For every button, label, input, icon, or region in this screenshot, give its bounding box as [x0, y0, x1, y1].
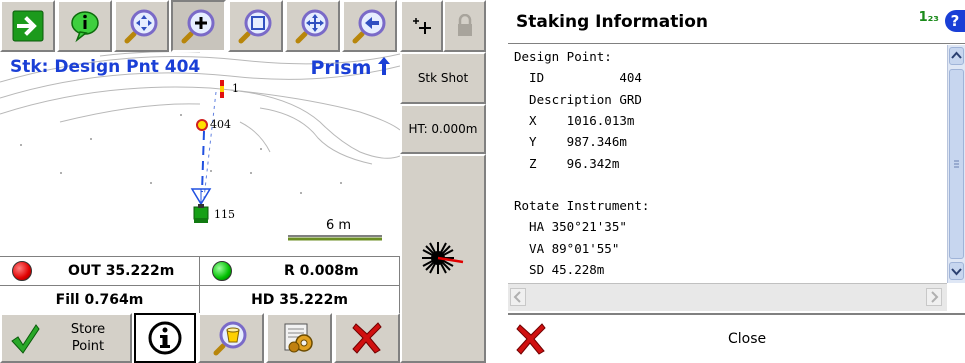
zoom-extents-icon [124, 9, 157, 44]
help-icon[interactable]: ? [945, 10, 965, 32]
design-point-label: 404 [210, 118, 231, 131]
cancel-x-icon [352, 322, 382, 354]
map-layers-button[interactable] [198, 313, 264, 363]
instrument-point-label: 115 [214, 208, 235, 221]
zoom-in-button[interactable] [171, 0, 226, 52]
zoom-previous-button[interactable] [342, 0, 397, 52]
info-line: SD 45.228m [514, 262, 605, 277]
right-status-dot [212, 261, 232, 281]
store-label-line2: Point [71, 339, 105, 354]
measure-button[interactable] [400, 154, 486, 363]
info-balloon-button[interactable] [57, 0, 112, 52]
right-readout: R 0.008m [200, 257, 400, 285]
info-line: Design Point: [514, 49, 612, 64]
info-line: X 1016.013m [514, 112, 635, 128]
go-button[interactable] [0, 0, 55, 52]
grip-icon [954, 160, 959, 168]
scroll-thumb[interactable] [949, 69, 964, 259]
map-layers-icon [213, 321, 247, 356]
dialog-title: Staking Information [516, 12, 708, 32]
info-button[interactable] [134, 313, 196, 363]
lock-icon [457, 14, 472, 36]
scroll-right-button[interactable] [926, 288, 942, 306]
stake-shot-button[interactable]: Stk Shot [400, 52, 486, 104]
height-button[interactable]: HT: 0.000m [400, 104, 486, 154]
info-balloon-icon [70, 11, 99, 43]
zoom-window-button[interactable] [228, 0, 283, 52]
accept-check-icon [11, 324, 40, 354]
go-arrow-icon [12, 10, 43, 42]
staking-screen: Stk: Design Pnt 404 Prism 1 404 115 6 m … [0, 0, 486, 363]
vertical-scrollbar[interactable] [947, 45, 965, 283]
staking-info-dialog: Staking Information 1₂₃ ? Design Point: … [508, 0, 965, 363]
scroll-up-button[interactable] [949, 47, 964, 65]
cancel-button[interactable] [334, 313, 400, 363]
laser-burst-icon [422, 242, 464, 274]
up-arrow-icon [378, 57, 390, 75]
out-readout: OUT 35.222m [0, 257, 200, 285]
settings-button[interactable] [266, 313, 332, 363]
scale-label: 6 m [326, 218, 352, 233]
info-circle-icon [148, 321, 182, 355]
stake-title: Stk: Design Pnt 404 [10, 57, 201, 77]
readout-row-2: Fill 0.764m HD 35.222m [0, 285, 400, 313]
info-line: VA 89°01'55" [514, 240, 620, 256]
info-line: Description GRD [514, 91, 642, 107]
store-label-line1: Store [70, 322, 106, 337]
chevron-left-icon [513, 291, 521, 303]
chevron-down-icon [951, 268, 962, 276]
crosshair-point-icon [412, 18, 431, 34]
stake-map[interactable]: Stk: Design Pnt 404 Prism 1 404 115 6 m [0, 52, 400, 256]
info-line: Y 987.346m [514, 134, 627, 150]
store-point-button[interactable]: Store Point [0, 313, 132, 363]
staking-info-text: Design Point: ID 404 Description GRD X 1… [508, 45, 947, 283]
horizontal-scrollbar[interactable] [508, 283, 947, 311]
input-mode-indicator[interactable]: 1₂₃ [919, 10, 939, 25]
close-label: Close [728, 331, 767, 347]
settings-gears-icon [284, 323, 313, 353]
out-value: OUT 35.222m [68, 263, 175, 279]
right-value: R 0.008m [284, 263, 359, 279]
instrument-marker [190, 188, 212, 223]
chevron-up-icon [951, 51, 962, 59]
info-line: ID 404 [514, 70, 642, 86]
out-status-dot [12, 261, 32, 281]
backsight-label: 1 [232, 82, 239, 95]
zoom-previous-icon [352, 9, 385, 44]
design-point-marker [196, 119, 208, 131]
info-line: Rotate Instrument: [514, 198, 650, 214]
pan-icon [295, 9, 328, 44]
zoom-in-icon [181, 9, 214, 44]
info-line: Z 96.342m [514, 155, 620, 171]
info-line: HA 350°21'35" [514, 219, 627, 235]
pan-button[interactable] [285, 0, 340, 52]
prism-label: Prism [310, 57, 372, 79]
chevron-right-icon [931, 291, 939, 303]
readout-row-1: OUT 35.222m R 0.008m [0, 256, 400, 285]
scroll-down-button[interactable] [949, 262, 964, 280]
close-button[interactable]: Close [508, 313, 965, 363]
scroll-left-button[interactable] [510, 288, 526, 306]
prism-indicator[interactable]: Prism [310, 57, 390, 79]
zoom-extents-button[interactable] [114, 0, 169, 52]
close-x-icon [516, 323, 546, 355]
lock-button[interactable] [443, 0, 486, 52]
fill-readout: Fill 0.764m [0, 286, 200, 313]
cursor-tool-button[interactable] [400, 0, 443, 52]
hd-readout: HD 35.222m [200, 286, 400, 313]
dialog-title-bar: Staking Information 1₂₃ ? [508, 0, 965, 44]
zoom-window-icon [238, 9, 271, 44]
